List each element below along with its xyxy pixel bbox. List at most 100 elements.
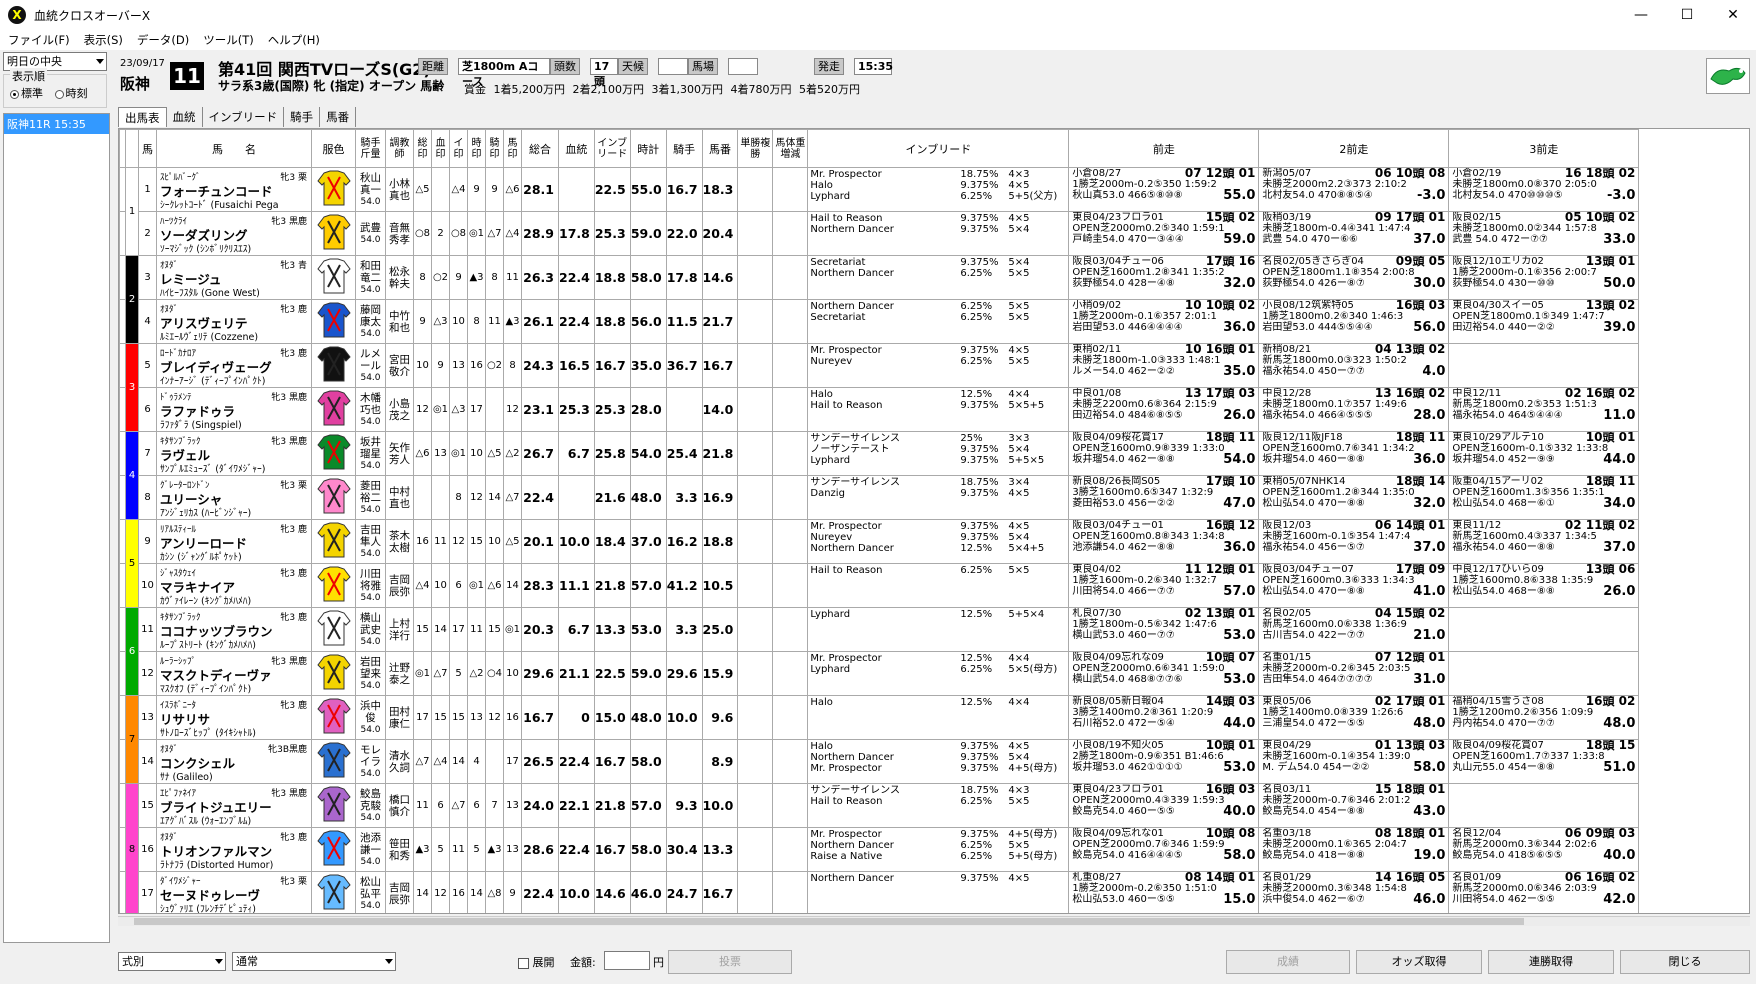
mark-cell[interactable]: 15: [485, 607, 504, 652]
horse-name-cell[interactable]: ｵﾇﾀﾞ 牝3 鹿アリスヴェリテ ﾙﾐｴｰﾙｳﾞｪﾘﾃ (Cozzene): [156, 299, 312, 344]
bet-type-select[interactable]: 式別: [118, 952, 226, 971]
mark-cell[interactable]: 14: [413, 871, 432, 913]
table-row[interactable]: 7 13 ｲｽﾗﾎﾞﾆｰﾀ 牝3 鹿リサリサ ｻﾄﾉﾛｰｽﾞﾋｯﾌﾟ (ﾀｲｷｼｬﾄﾙ)…: [119, 695, 1640, 784]
mark-cell[interactable]: ▲3: [467, 255, 486, 300]
table-row[interactable]: 4 ｵﾇﾀﾞ 牝3 鹿アリスヴェリテ ﾙﾐｴｰﾙｳﾞｪﾘﾃ (Cozzene) 藤岡康太…: [119, 299, 1640, 344]
race-list-item[interactable]: 阪神11R 15:35: [4, 114, 109, 134]
jockey-cell[interactable]: 川田将雅 54.0: [355, 563, 386, 608]
prev-race-cell[interactable]: [1448, 783, 1640, 828]
mark-cell[interactable]: ▲3: [503, 299, 522, 344]
mark-cell[interactable]: 17: [449, 607, 468, 652]
prev-race-cell[interactable]: 名重03/18 08 18頭 01 未勝芝2000m0.1⑥365 2:04:7 鮫島…: [1258, 827, 1450, 872]
mark-cell[interactable]: [485, 387, 504, 432]
prev-race-cell[interactable]: 阪良04/09桜花賞17 18頭 11 OPEN芝1600m0.9⑧339 1:33…: [1068, 431, 1260, 476]
prev-race-cell[interactable]: 東良04/23フロラ01 15頭 02 OPEN芝2000m0.2⑤340 1:59…: [1068, 211, 1260, 256]
mark-cell[interactable]: 15: [431, 695, 450, 740]
result-button[interactable]: 成績: [1226, 950, 1350, 974]
mark-cell[interactable]: 12: [467, 475, 486, 520]
mark-cell[interactable]: 10: [503, 651, 522, 696]
prev-race-cell[interactable]: [1448, 651, 1640, 696]
col-prev2[interactable]: 2前走: [1258, 129, 1450, 168]
table-row[interactable]: 6 ﾄﾞｩﾗﾒﾝﾃ 牝3 黒鹿 ラファドゥラ ﾗﾌｧﾀﾞﾗ (Singspiel) 木幡巧…: [119, 387, 1640, 432]
odds-button[interactable]: オッズ取得: [1356, 950, 1482, 974]
mark-cell[interactable]: 9: [449, 255, 468, 300]
prev-race-cell[interactable]: 小稍09/02 10 10頭 02 1勝芝2000m-0.1⑥357 2:01:1 岩…: [1068, 299, 1260, 344]
mark-cell[interactable]: ◎1: [413, 651, 432, 696]
prev-race-cell[interactable]: 阪良04/09忘れな01 10頭 08 OPEN芝2000m0.7⑥346 1:59…: [1068, 827, 1260, 872]
mark-cell[interactable]: 17: [467, 387, 486, 432]
table-row[interactable]: 14 ｵﾇﾀﾞ 牝3B黒鹿 コンクシェル ｻﾅ (Galileo) モレイラ 54.0 清水久…: [119, 739, 1640, 784]
jockey-cell[interactable]: 池添謙一 54.0: [355, 827, 386, 872]
mark-cell[interactable]: △2: [503, 431, 522, 476]
mark-cell[interactable]: 8: [485, 255, 504, 300]
horse-name-cell[interactable]: ﾀﾞｲﾜﾒｼﾞｬｰ 牝3 栗セーヌドゥレーヴ ｼｭｳﾞｧﾘｴ (ﾌﾚﾝﾁﾃﾞﾋﾟｭﾃ…: [156, 871, 312, 913]
table-row[interactable]: 12 ﾙｰﾗｰｼｯﾌﾟ 牝3 黒鹿 マスクトディーヴァ ﾏｽｸｵﾌ (ﾃﾞｨｰﾌﾟｲﾝﾊ…: [119, 651, 1640, 696]
prev-race-cell[interactable]: 阪良02/15 05 10頭 02 未勝芝1800m0.0②344 1:57:8 武豊…: [1448, 211, 1640, 256]
mark-cell[interactable]: △5: [503, 519, 522, 564]
mark-cell[interactable]: △7: [431, 651, 450, 696]
prev-race-cell[interactable]: 名良01/29 14 16頭 05 未勝芝2000m0.3⑥348 1:54:8 浜中…: [1258, 871, 1450, 913]
mark-cell[interactable]: 13: [467, 695, 486, 740]
tab-umaban[interactable]: 馬番: [320, 107, 357, 127]
menu-help[interactable]: ヘルプ(H): [268, 32, 320, 48]
prev-race-cell[interactable]: 東良04/29 01 13頭 03 未勝芝1600m-0.1④354 1:39:0 M…: [1258, 739, 1450, 784]
menu-view[interactable]: 表示(S): [84, 32, 123, 48]
horse-name-cell[interactable]: ﾊｰﾂｸﾗｲ 牝3 黒鹿 ソーダズリング ｿｰﾏｼﾞｯｸ (ｼﾝﾎﾞﾘｸﾘｽｴｽ): [156, 211, 312, 256]
close-button[interactable]: 閉じる: [1620, 950, 1750, 974]
mark-cell[interactable]: 11: [467, 607, 486, 652]
prev-race-cell[interactable]: 札重08/27 08 14頭 01 1勝芝2000m-0.2⑥350 1:51:0 松…: [1068, 871, 1260, 913]
maximize-button[interactable]: ☐: [1664, 0, 1710, 30]
mark-cell[interactable]: [485, 739, 504, 784]
mark-cell[interactable]: 16: [503, 695, 522, 740]
mark-cell[interactable]: 5: [431, 827, 450, 872]
mark-cell[interactable]: 15: [467, 519, 486, 564]
mark-cell[interactable]: 12: [431, 871, 450, 913]
col-name[interactable]: 馬 名: [156, 129, 312, 168]
prev-race-cell[interactable]: 阪良12/03 06 14頭 01 未勝芝1600m-0.1⑤354 1:47:4 福…: [1258, 519, 1450, 564]
mark-cell[interactable]: 6: [431, 783, 450, 828]
close-window-button[interactable]: ✕: [1710, 0, 1756, 30]
horse-name-cell[interactable]: ﾘｱﾙｽﾃｨｰﾙ 牝3 鹿アンリーロード ｶｼﾝ (ｼﾞｬﾝｸﾞﾙﾎﾟｹｯﾄ): [156, 519, 312, 564]
mark-cell[interactable]: 5: [449, 651, 468, 696]
col-inbreed[interactable]: インブリード: [807, 129, 1070, 168]
col-mark-inbreed[interactable]: イ印: [449, 129, 468, 168]
expand-checkbox[interactable]: 展開: [518, 954, 555, 970]
prev-race-cell[interactable]: 小良08/19不知火05 10頭 01 2勝芝1800m-0.9⑥351 B1:46…: [1068, 739, 1260, 784]
col-blood[interactable]: 血統: [558, 129, 595, 168]
col-mark-blood[interactable]: 血印: [431, 129, 450, 168]
col-inbreed-score[interactable]: インブリード: [593, 129, 631, 168]
jockey-cell[interactable]: 菱田裕二 54.0: [355, 475, 386, 520]
jockey-cell[interactable]: ルメール 54.0: [355, 343, 386, 388]
mark-cell[interactable]: △5: [413, 167, 432, 212]
mark-cell[interactable]: 17: [503, 739, 522, 784]
horse-name-cell[interactable]: ｸﾞﾚｰﾀｰﾛﾝﾄﾞﾝ 牝3 栗ユリーシャ ｱﾝｼﾞｪﾘｶｽ (ﾊｰﾋﾞﾝｼﾞｬｰ): [156, 475, 312, 520]
prev-race-cell[interactable]: 阪良03/04チュー07 17頭 09 OPEN芝1600m0.3⑥333 1:34…: [1258, 563, 1450, 608]
prev-race-cell[interactable]: 東良04/23フロラ01 16頭 03 OPEN芝2000m0.4③339 1:59…: [1068, 783, 1260, 828]
mode-select[interactable]: 通常: [232, 952, 396, 971]
mark-cell[interactable]: 17: [413, 695, 432, 740]
prev-race-cell[interactable]: 名良12/04 06 09頭 03 新馬芝2000m0.3⑥344 2:02:6 鮫島…: [1448, 827, 1640, 872]
mark-cell[interactable]: 10: [485, 519, 504, 564]
horse-name-cell[interactable]: ｼﾞｬｽﾀｳｪｲ 牝3 鹿マラキナイア ｶｳﾞｧｲﾚｰﾝ (ｷﾝｸﾞｶﾒﾊﾒﾊ): [156, 563, 312, 608]
jockey-cell[interactable]: 浜中俊 54.0: [355, 695, 386, 740]
prev-race-cell[interactable]: 福稍04/15雪うさ08 16頭 02 1勝芝1200m0.2⑥356 1:09:9…: [1448, 695, 1640, 740]
col-odds[interactable]: 単勝複勝: [737, 129, 774, 168]
table-row[interactable]: 16 ｵﾇﾀﾞ 牝3 鹿トリオンファルマン ﾗﾄﾅﾌﾗ (Distorted Humo…: [119, 827, 1640, 872]
prev-race-cell[interactable]: 小良08/12筑紫特05 16頭 03 1勝芝1800m0.2⑥340 1:46:3…: [1258, 299, 1450, 344]
mark-cell[interactable]: ○8: [449, 211, 468, 256]
mark-cell[interactable]: 12: [503, 387, 522, 432]
prev-race-cell[interactable]: 東良10/29アルテ10 10頭 01 OPEN芝1600m-0.1⑤332 1:3…: [1448, 431, 1640, 476]
table-row[interactable]: 1 1 ｽﾋﾟﾙﾊﾞｰｸﾞ 牝3 栗フォーチュンコード ｼｰｸﾚｯﾄｺｰﾄﾞ (Fusa…: [119, 167, 1640, 256]
mark-cell[interactable]: 8: [413, 255, 432, 300]
col-mark-total[interactable]: 総印: [413, 129, 432, 168]
mark-cell[interactable]: △7: [449, 783, 468, 828]
mark-cell[interactable]: △3: [431, 299, 450, 344]
prev-race-cell[interactable]: 名良01/09 06 16頭 02 新馬芝2000m0.0⑥346 2:03:9 川田…: [1448, 871, 1640, 913]
order-standard-radio[interactable]: 標準: [10, 87, 43, 100]
mark-cell[interactable]: 11: [413, 783, 432, 828]
prev-race-cell[interactable]: 東稍05/07NHK14 18頭 14 OPEN芝1600m1.2⑧344 1:35…: [1258, 475, 1450, 520]
horse-name-cell[interactable]: ﾄﾞｩﾗﾒﾝﾃ 牝3 黒鹿 ラファドゥラ ﾗﾌｧﾀﾞﾗ (Singspiel): [156, 387, 312, 432]
prev-race-cell[interactable]: 名重01/15 07 12頭 01 未勝芝2000m-0.2⑥345 2:03:5 吉…: [1258, 651, 1450, 696]
prev-race-cell[interactable]: 阪良03/04チュー06 17頭 16 OPEN芝1600m1.2⑧341 1:35…: [1068, 255, 1260, 300]
prev-race-cell[interactable]: 札良07/30 02 13頭 01 1勝芝1800m-0.5⑥342 1:47:6 横…: [1068, 607, 1260, 652]
